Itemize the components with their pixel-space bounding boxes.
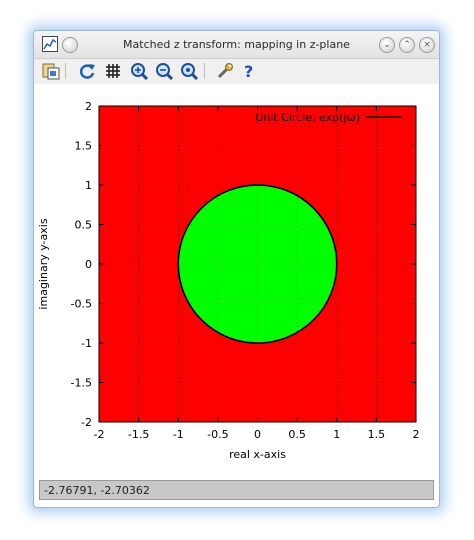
- y-tick-label: 2: [85, 100, 92, 113]
- y-tick-label: 1: [85, 179, 92, 192]
- legend-label: Unit Circle, exp(jω): [255, 111, 360, 124]
- toolbar-separator: [204, 63, 205, 79]
- help-icon[interactable]: ?: [240, 62, 258, 80]
- toolbar: ?: [34, 59, 439, 84]
- x-tick-label: 1: [333, 428, 340, 441]
- x-axis-label: real x-axis: [229, 448, 286, 461]
- window-menu-button[interactable]: [62, 37, 78, 53]
- y-tick-label: -1.5: [71, 377, 92, 390]
- y-tick-label: 0: [85, 258, 92, 271]
- grid-icon[interactable]: [104, 62, 122, 80]
- y-tick-label: 0.5: [75, 219, 93, 232]
- zoom-in-icon[interactable]: [130, 62, 148, 80]
- cursor-coordinates: -2.76791, -2.70362: [44, 484, 150, 497]
- title-bar[interactable]: Matched z transform: mapping in z-plane …: [34, 31, 439, 59]
- x-tick-label: -0.5: [207, 428, 228, 441]
- app-icon: [42, 36, 58, 52]
- x-tick-label: -1.5: [128, 428, 149, 441]
- x-tick-label: 1.5: [368, 428, 386, 441]
- status-bar: -2.76791, -2.70362: [39, 480, 434, 500]
- toolbar-separator: [65, 63, 66, 79]
- y-tick-label: 1.5: [75, 140, 93, 153]
- maximize-button[interactable]: ⌃: [399, 37, 415, 53]
- x-tick-label: 2: [413, 428, 420, 441]
- figure-icon[interactable]: [42, 62, 60, 80]
- x-tick-label: 0.5: [288, 428, 306, 441]
- y-tick-label: -0.5: [71, 298, 92, 311]
- close-button[interactable]: ×: [419, 37, 435, 53]
- plot-window: Matched z transform: mapping in z-plane …: [33, 30, 440, 508]
- settings-wrench-icon[interactable]: [216, 62, 234, 80]
- minimize-button[interactable]: ⌄: [379, 37, 395, 53]
- plot-area: -2 -1.5 -1 -0.5 0 0.5 1 1.5 2 -2 -1.5 -1 -0.5 0 0.5 1 1.…: [34, 84, 439, 479]
- x-tick-label: 0: [254, 428, 261, 441]
- chart: -2 -1.5 -1 -0.5 0 0.5 1 1.5 2 -2 -1.5 -1 -0.5 0 0.5 1 1.…: [37, 100, 420, 461]
- svg-text:?: ?: [244, 62, 253, 80]
- y-axis-label: imaginary y-axis: [37, 218, 50, 309]
- y-tick-label: -2: [81, 416, 92, 429]
- y-tick-label: -1: [81, 337, 92, 350]
- rotate-icon[interactable]: [78, 62, 96, 80]
- window-title: Matched z transform: mapping in z-plane: [123, 38, 350, 51]
- zoom-out-icon[interactable]: [155, 62, 173, 80]
- x-tick-label: -2: [94, 428, 105, 441]
- zoom-reset-icon[interactable]: [180, 62, 198, 80]
- x-tick-label: -1: [173, 428, 184, 441]
